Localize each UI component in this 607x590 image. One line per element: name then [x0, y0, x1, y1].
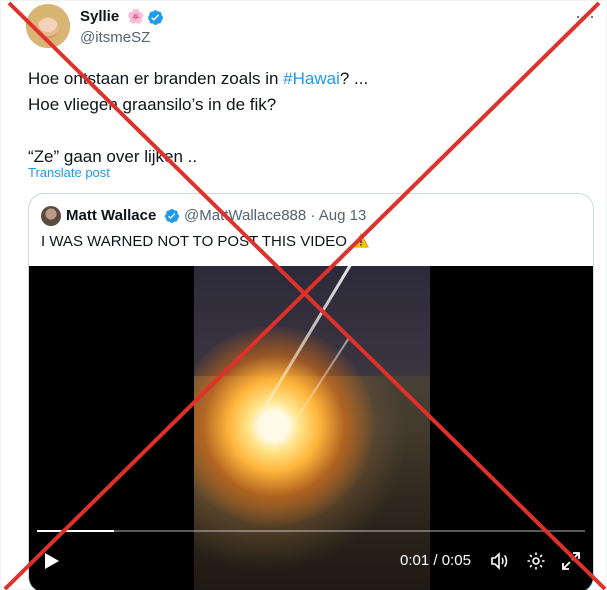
tweet-line-3: “Ze” gaan over lijken ..	[28, 147, 198, 166]
quote-text-content: I WAS WARNED NOT TO POST THIS VIDEO	[41, 233, 347, 250]
hashtag-link[interactable]: #Hawai	[283, 69, 340, 88]
video-player[interactable]: 0:01 / 0:05	[29, 266, 593, 590]
quote-author-avatar[interactable]	[41, 206, 61, 226]
verified-icon	[165, 209, 179, 223]
more-icon[interactable]: ···	[575, 6, 596, 27]
quote-author-handle[interactable]: @MattWallace888	[184, 207, 306, 224]
video-progress-bar[interactable]	[37, 530, 585, 532]
quote-text: I WAS WARNED NOT TO POST THIS VIDEO	[41, 233, 369, 250]
author-avatar[interactable]	[26, 4, 70, 48]
meta-separator: ·	[310, 207, 316, 224]
author-name[interactable]: Syllie	[80, 8, 119, 25]
tweet-line-1: Hoe ontstaan er branden zoals in #Hawai?…	[28, 66, 588, 92]
video-frame	[194, 266, 430, 590]
gear-icon[interactable]	[526, 551, 546, 571]
tweet-line-1-text: Hoe ontstaan er branden zoals in	[28, 69, 284, 88]
quoted-tweet[interactable]: Matt Wallace @MattWallace888 · Aug 13 I …	[28, 193, 594, 590]
tweet-card: Syllie 🌸 @itsmeSZ ··· Hoe ontstaan er br…	[0, 0, 607, 590]
current-time: 0:01	[400, 552, 430, 569]
play-icon[interactable]	[44, 552, 60, 570]
flower-emoji: 🌸	[127, 8, 145, 24]
tweet-text: Hoe ontstaan er branden zoals in #Hawai?…	[28, 66, 588, 170]
tweet-line-2: Hoe vliegen graansilo’s in de fik?	[28, 95, 277, 114]
video-time: 0:01 / 0:05	[400, 552, 471, 569]
volume-icon[interactable]	[489, 551, 509, 571]
translate-post-link[interactable]: Translate post	[28, 165, 110, 180]
expand-icon[interactable]	[561, 551, 581, 571]
quote-author-name[interactable]: Matt Wallace	[66, 207, 156, 224]
author-handle[interactable]: @itsmeSZ	[80, 29, 150, 46]
tweet-line-1-suffix: ? ...	[339, 69, 369, 88]
duration: 0:05	[441, 552, 471, 569]
quote-date[interactable]: Aug 13	[319, 207, 367, 224]
quote-meta: @MattWallace888 · Aug 13	[184, 207, 366, 224]
verified-icon	[148, 10, 163, 25]
warning-icon	[353, 233, 369, 248]
video-progress-fill	[37, 530, 114, 532]
